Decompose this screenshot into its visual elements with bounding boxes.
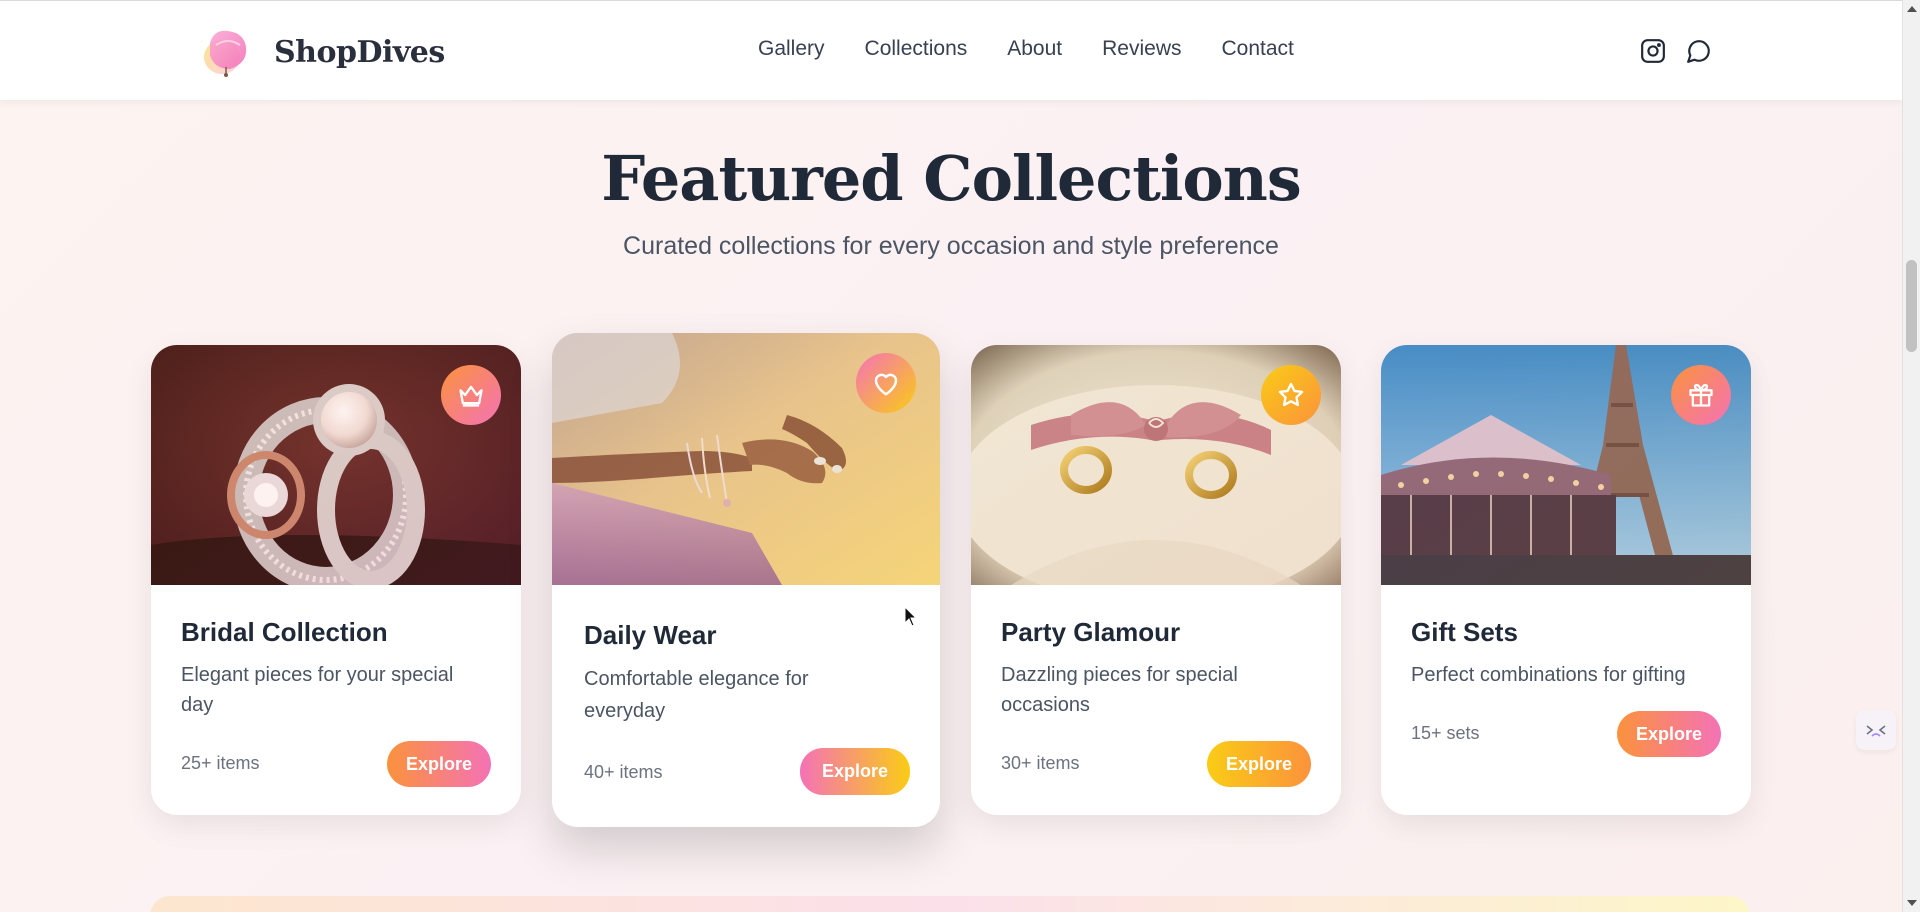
floating-widget-icon[interactable]	[1856, 710, 1896, 750]
scroll-down-arrow-icon[interactable]	[1907, 900, 1917, 906]
card-description-line-1: Perfect combinations for gifting	[1411, 664, 1686, 686]
collection-card-gift-sets[interactable]: Gift Sets Perfect combinations for gifti…	[1381, 345, 1751, 815]
brand-name: ShopDives	[274, 34, 445, 70]
scroll-up-arrow-icon[interactable]	[1907, 6, 1917, 12]
nav-collections[interactable]: Collections	[865, 37, 968, 61]
card-item-count: 15+ sets	[1411, 723, 1480, 743]
card-item-count: 30+ items	[1001, 753, 1080, 773]
message-circle-icon[interactable]	[1686, 38, 1712, 64]
next-section-banner	[150, 896, 1750, 912]
card-description-line-1: Dazzling pieces for special	[1001, 664, 1238, 686]
instagram-icon[interactable]	[1640, 38, 1666, 64]
page: ShopDives Gallery Collections About Revi…	[0, 0, 1902, 912]
nav-reviews[interactable]: Reviews	[1102, 37, 1181, 61]
card-description-line-1: Elegant pieces for your special	[181, 664, 454, 686]
main-nav: Gallery Collections About Reviews Contac…	[758, 37, 1294, 61]
card-title: Daily Wear	[584, 620, 717, 650]
collection-card-party-glamour[interactable]: Party Glamour Dazzling pieces for specia…	[971, 345, 1341, 815]
card-title: Bridal Collection	[181, 617, 388, 647]
scrollbar-thumb[interactable]	[1906, 260, 1917, 352]
nav-contact[interactable]: Contact	[1222, 37, 1294, 61]
logo-icon	[200, 25, 254, 79]
card-title: Gift Sets	[1411, 617, 1518, 647]
card-description-line-2: everyday	[584, 700, 666, 722]
social-links	[1640, 38, 1712, 64]
explore-button[interactable]: Explore	[1617, 711, 1721, 757]
logo[interactable]: ShopDives	[200, 27, 445, 77]
section-subtitle: Curated collections for every occasion a…	[623, 232, 1279, 260]
card-description-line-2: day	[181, 694, 214, 716]
explore-button[interactable]: Explore	[387, 741, 491, 787]
card-title: Party Glamour	[1001, 617, 1181, 647]
explore-button[interactable]: Explore	[800, 748, 910, 795]
mouse-cursor-icon	[904, 605, 918, 628]
section-title: Featured Collections	[601, 142, 1302, 215]
nav-gallery[interactable]: Gallery	[758, 37, 825, 61]
crown-icon	[441, 365, 501, 425]
card-description-line-2: occasions	[1001, 694, 1090, 716]
collection-card-daily-wear[interactable]: Daily Wear Comfortable elegance for ever…	[552, 333, 940, 827]
gift-icon	[1671, 365, 1731, 425]
explore-button[interactable]: Explore	[1207, 741, 1311, 787]
nav-about[interactable]: About	[1007, 37, 1062, 61]
vertical-scrollbar[interactable]	[1902, 0, 1920, 912]
card-item-count: 40+ items	[584, 762, 663, 782]
star-icon	[1261, 365, 1321, 425]
collection-card-bridal[interactable]: Bridal Collection Elegant pieces for you…	[151, 345, 521, 815]
card-item-count: 25+ items	[181, 753, 260, 773]
card-description-line-1: Comfortable elegance for	[584, 668, 809, 690]
heart-icon	[856, 353, 916, 413]
site-header: ShopDives Gallery Collections About Revi…	[0, 0, 1902, 100]
